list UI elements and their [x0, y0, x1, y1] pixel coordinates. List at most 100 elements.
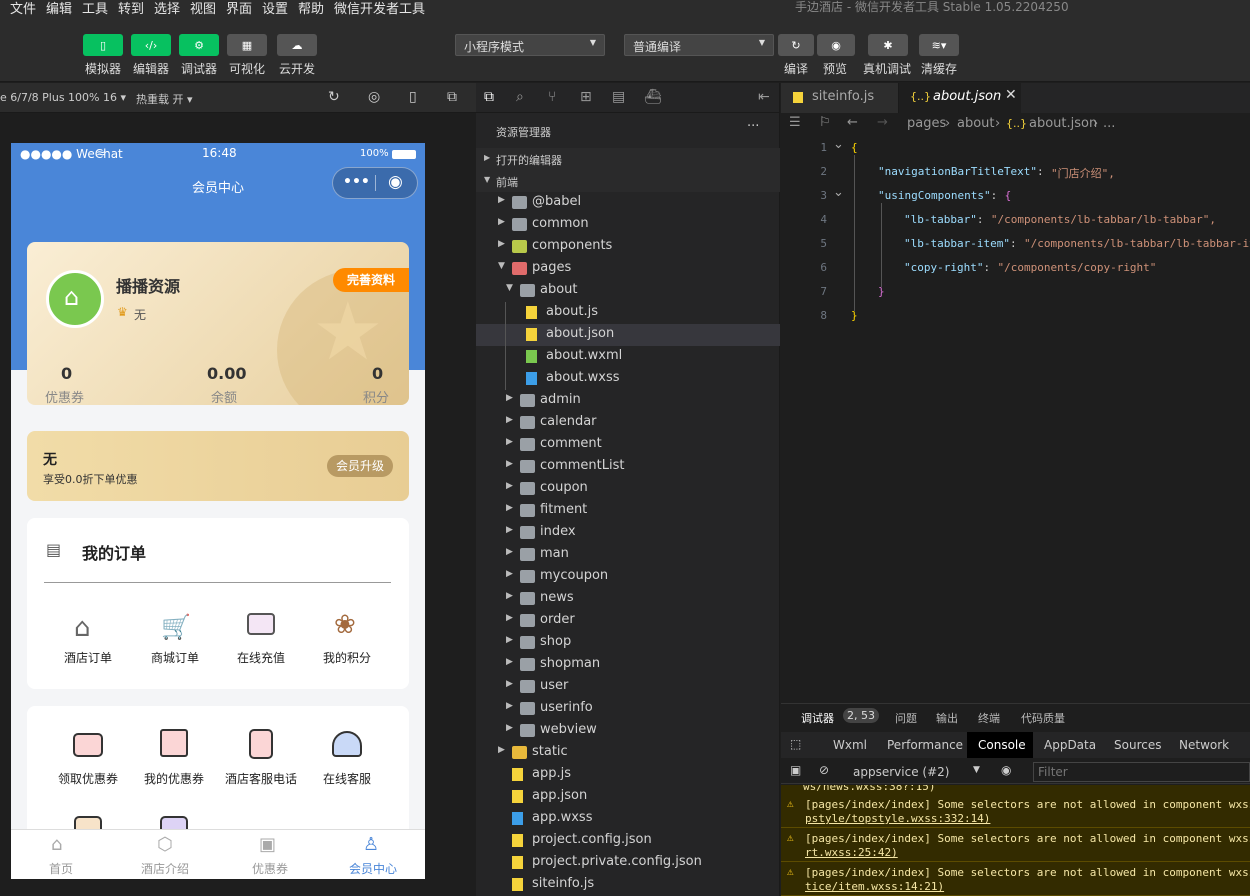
wallet-icon[interactable] [247, 613, 275, 635]
menu-tools[interactable]: 工具 [82, 0, 108, 16]
medal-icon[interactable]: ❀ [334, 610, 356, 640]
extensions-icon[interactable]: ⊞ [580, 89, 592, 105]
tree-item[interactable]: about.wxml [476, 346, 780, 368]
tree-item[interactable]: ▶ user [476, 676, 780, 698]
clear-cache-button[interactable]: ≋▾ [919, 34, 959, 56]
open-editors-section[interactable]: ▶ 打开的编辑器 [476, 148, 780, 170]
back-icon[interactable]: ← [847, 115, 858, 130]
menu-view[interactable]: 视图 [190, 0, 216, 16]
sidebar-toggle-icon[interactable]: ▣ [790, 763, 801, 777]
menu-file[interactable]: 文件 [10, 0, 36, 16]
tab-about-json[interactable]: {..} about.json ✕ [899, 83, 1021, 113]
real-debug-button[interactable]: ✱ [868, 34, 908, 56]
git-icon[interactable]: ⑂ [548, 89, 556, 105]
complete-profile-button[interactable]: 完善资料 [333, 268, 409, 292]
console-filter-input[interactable] [1033, 762, 1250, 782]
console-warning[interactable]: ⚠ [pages/index/index] Some selectors are … [781, 862, 1250, 896]
tree-item[interactable]: ▶ mycoupon [476, 566, 780, 588]
crumb-pages[interactable]: pages [907, 116, 946, 131]
bookmark-icon[interactable]: ⚐ [819, 115, 831, 130]
tree-item[interactable]: ▶ comment [476, 434, 780, 456]
menu-select[interactable]: 选择 [154, 0, 180, 16]
visual-button[interactable]: ▦ [227, 34, 267, 56]
tree-item[interactable]: ▼ about [476, 280, 780, 302]
inspect-icon[interactable]: ⬚ [790, 737, 801, 751]
files-icon[interactable]: ⧉ [484, 89, 494, 105]
balance-label[interactable]: 余额 [211, 387, 237, 405]
context-select[interactable]: appservice (#2) [853, 765, 949, 779]
upgrade-button[interactable]: 会员升级 [327, 455, 393, 477]
tree-item[interactable]: ▶ man [476, 544, 780, 566]
tree-item[interactable]: ▶ webview [476, 720, 780, 742]
tree-item[interactable]: ▶ news [476, 588, 780, 610]
debugger-tab[interactable]: 调试器 [801, 710, 834, 726]
avatar[interactable]: ⌂ [46, 270, 104, 328]
tree-item[interactable]: about.js [476, 302, 780, 324]
order-item-hotel[interactable]: 酒店订单 [64, 649, 112, 666]
tree-item[interactable]: ▶ userinfo [476, 698, 780, 720]
tree-item[interactable]: ▶ @babel [476, 192, 780, 214]
phone-call-icon[interactable] [249, 729, 273, 759]
close-miniprogram-icon[interactable]: ◉ [388, 172, 403, 192]
tab-coupon[interactable]: 优惠券 [252, 860, 288, 877]
device-select[interactable]: e 6/7/8 Plus 100% 16 ▾ [0, 91, 126, 104]
list-icon[interactable]: ☰ [789, 115, 801, 130]
warning-source-link[interactable]: pstyle/topstyle.wxss:332:14) [805, 812, 990, 825]
fold-icon[interactable]: ⌄ [833, 185, 844, 200]
tree-item[interactable]: ▼ pages [476, 258, 780, 280]
tree-item[interactable]: ▶ index [476, 522, 780, 544]
points-label[interactable]: 积分 [363, 387, 389, 405]
tree-item[interactable]: app.wxss [476, 808, 780, 830]
tree-item[interactable]: siteinfo.js [476, 874, 780, 896]
tree-item[interactable]: ▶ common [476, 214, 780, 236]
tree-item[interactable]: ▶ calendar [476, 412, 780, 434]
root-section[interactable]: ▼ 前端 [476, 170, 780, 192]
menu-edit[interactable]: 编辑 [46, 0, 72, 16]
output-tab[interactable]: 输出 [936, 710, 958, 726]
network-tab[interactable]: Network [1179, 738, 1229, 752]
console-tab[interactable]: Console [978, 738, 1026, 752]
tree-item[interactable]: project.private.config.json [476, 852, 780, 874]
tree-item[interactable]: ▶ fitment [476, 500, 780, 522]
tree-item[interactable]: ▶ shop [476, 632, 780, 654]
tree-item[interactable]: ▶ shopman [476, 654, 780, 676]
search-icon[interactable]: ⌕ [516, 89, 524, 105]
coupon-label[interactable]: 优惠券 [45, 387, 84, 405]
tree-item[interactable]: ▶ static [476, 742, 780, 764]
tree-item[interactable]: project.config.json [476, 830, 780, 852]
more-actions-icon[interactable]: ··· [747, 119, 759, 134]
compile-select[interactable]: 普通编译 ▼ [624, 34, 774, 56]
tree-item[interactable]: app.js [476, 764, 780, 786]
cloud-button[interactable]: ☁ [277, 34, 317, 56]
record-icon[interactable]: ◎ [368, 89, 380, 105]
rotate-icon[interactable]: ↻ [328, 89, 340, 105]
tree-item[interactable]: ▶ components [476, 236, 780, 258]
wxml-tab[interactable]: Wxml [833, 738, 867, 752]
tree-item[interactable]: about.json [476, 324, 780, 346]
warning-source-link[interactable]: rt.wxss:25:42) [805, 846, 898, 859]
more-icon[interactable]: ••• [343, 174, 370, 190]
close-icon[interactable]: ✕ [1005, 87, 1017, 103]
console-warning[interactable]: ⚠ [pages/index/index] Some selectors are … [781, 794, 1250, 828]
tab-member-center[interactable]: 会员中心 [349, 860, 397, 877]
crumb-file[interactable]: about.json [1029, 116, 1097, 131]
problems-tab[interactable]: 问题 [895, 710, 917, 726]
compile-button[interactable]: ↻ [778, 34, 814, 56]
order-item-recharge[interactable]: 在线充值 [237, 649, 285, 666]
terminal-tab[interactable]: 终端 [978, 710, 1000, 726]
tree-item[interactable]: ▶ order [476, 610, 780, 632]
editor-button[interactable]: ‹/› [131, 34, 171, 56]
popout-icon[interactable]: ⧉ [447, 89, 457, 105]
clear-console-icon[interactable]: ⊘ [819, 763, 829, 777]
menu-interface[interactable]: 界面 [226, 0, 252, 16]
headset-icon[interactable] [332, 731, 362, 757]
simulator-button[interactable]: ▯ [83, 34, 123, 56]
order-item-shop[interactable]: 商城订单 [151, 649, 199, 666]
menu-help[interactable]: 帮助 [298, 0, 324, 16]
eye-icon[interactable]: ◉ [1001, 763, 1011, 777]
forward-icon[interactable]: → [877, 115, 888, 130]
service-my-coupon[interactable]: 我的优惠券 [144, 770, 204, 787]
collapse-panel-icon[interactable]: ⇤ [758, 89, 770, 105]
hotel-icon[interactable]: ⌂ [74, 613, 91, 643]
tab-siteinfo[interactable]: siteinfo.js [781, 83, 899, 113]
